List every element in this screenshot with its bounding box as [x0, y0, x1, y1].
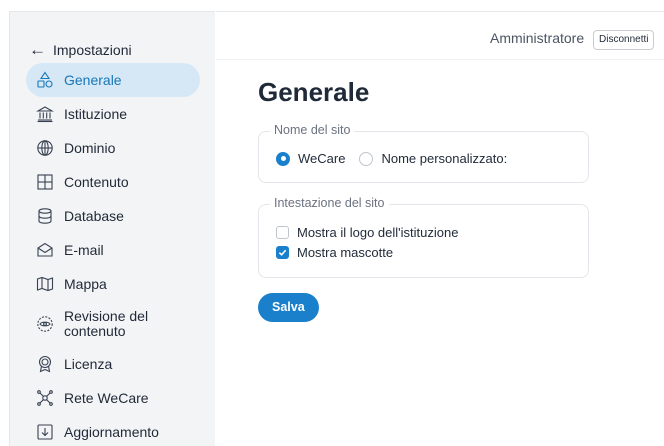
sidebar-item-label: Contenuto: [64, 174, 129, 190]
grid-icon: [36, 173, 54, 191]
shapes-icon: [36, 71, 54, 89]
site-name-options: WeCare Nome personalizzato:: [276, 151, 521, 166]
sidebar-item-label: Mappa: [64, 276, 107, 292]
site-name-fieldset: Nome del sito WeCare Nome personalizzato…: [258, 123, 589, 183]
top-bar: Amministratore Disconnetti: [216, 11, 664, 60]
site-header-fieldset: Intestazione del sito Mostra il logo del…: [258, 196, 589, 278]
save-button[interactable]: Salva: [258, 293, 319, 322]
license-seal-icon: [36, 355, 54, 373]
sidebar-item-database[interactable]: Database: [26, 199, 200, 233]
update-download-icon: [36, 423, 54, 441]
back-link-label: Impostazioni: [53, 42, 132, 58]
sidebar-item-label: Database: [64, 208, 124, 224]
sidebar: ← Impostazioni Generale Istituzione Domi…: [9, 11, 215, 446]
network-icon: [36, 389, 54, 407]
logout-button[interactable]: Disconnetti: [593, 30, 655, 50]
arrow-left-icon: ←: [29, 39, 46, 59]
database-icon: [36, 207, 54, 225]
show-logo-option: Mostra il logo dell'istituzione: [276, 225, 458, 240]
sidebar-item-label: Rete WeCare: [64, 390, 149, 406]
radio-wecare[interactable]: [276, 151, 290, 166]
sidebar-item-revisione-contenuto[interactable]: Revisione del contenuto: [26, 301, 200, 347]
sidebar-item-label: Revisione del contenuto: [64, 308, 149, 339]
mail-icon: [36, 241, 54, 259]
sidebar-item-istituzione[interactable]: Istituzione: [26, 97, 200, 131]
show-mascot-option: Mostra mascotte: [276, 245, 393, 260]
sidebar-item-label: Generale: [64, 72, 122, 88]
map-icon: [36, 275, 54, 293]
sidebar-item-label: Licenza: [64, 356, 113, 372]
review-eye-icon: [36, 315, 54, 333]
sidebar-item-licenza[interactable]: Licenza: [26, 347, 200, 381]
sidebar-item-label: E-mail: [64, 242, 104, 258]
sidebar-item-dominio[interactable]: Dominio: [26, 131, 200, 165]
sidebar-item-contenuto[interactable]: Contenuto: [26, 165, 200, 199]
sidebar-item-label: Dominio: [64, 140, 116, 156]
globe-icon: [36, 139, 54, 157]
sidebar-item-label: Istituzione: [64, 106, 128, 122]
radio-wecare-label[interactable]: WeCare: [298, 151, 345, 166]
sidebar-item-aggiornamento[interactable]: Aggiornamento: [26, 415, 200, 446]
checkbox-show-logo-label[interactable]: Mostra il logo dell'istituzione: [297, 225, 458, 240]
current-user-name: Amministratore: [490, 30, 585, 46]
checkbox-show-mascot-label[interactable]: Mostra mascotte: [297, 245, 393, 260]
settings-nav: Generale Istituzione Dominio Contenuto D…: [10, 63, 216, 446]
institution-icon: [36, 105, 54, 123]
sidebar-item-label: Aggiornamento: [64, 424, 159, 440]
sidebar-item-generale[interactable]: Generale: [26, 63, 200, 97]
sidebar-item-mappa[interactable]: Mappa: [26, 267, 200, 301]
radio-custom-name[interactable]: [359, 151, 374, 166]
sidebar-item-rete-wecare[interactable]: Rete WeCare: [26, 381, 200, 415]
sidebar-item-email[interactable]: E-mail: [26, 233, 200, 267]
checkbox-show-logo[interactable]: [276, 226, 289, 239]
checkmark-icon: [278, 249, 287, 256]
radio-custom-name-label[interactable]: Nome personalizzato:: [381, 151, 507, 166]
back-to-settings-link[interactable]: ← Impostazioni: [29, 39, 132, 59]
site-name-legend: Nome del sito: [270, 123, 355, 137]
page-title: Generale: [258, 77, 370, 107]
checkbox-show-mascot[interactable]: [276, 246, 289, 259]
site-header-legend: Intestazione del sito: [270, 196, 389, 210]
